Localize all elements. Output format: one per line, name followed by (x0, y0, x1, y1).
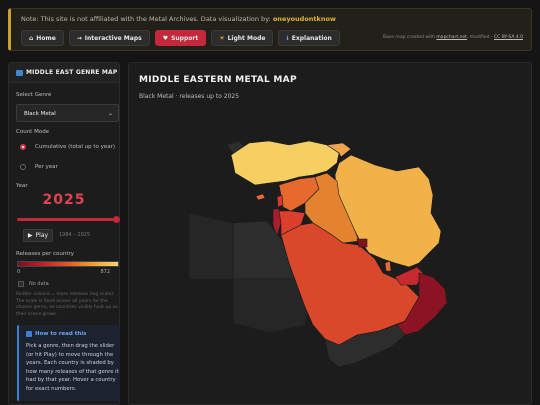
banner-note-text: Note: This site is not affiliated with t… (21, 15, 273, 23)
genre-select-value: Black Metal (24, 111, 56, 117)
legend-color-scale (17, 261, 119, 267)
top-nav: ⌂ Home → Interactive Maps ♥ Support ☀ Light … (21, 30, 340, 46)
heart-icon: ♥ (162, 34, 169, 42)
sidebar-header[interactable]: MIDDLE EAST GENRE MAP ▾ (9, 63, 119, 83)
map-panel: MIDDLE EASTERN METAL MAP Black Metal · r… (128, 62, 532, 405)
radio-per-year-label[interactable]: Per year (35, 164, 58, 170)
home-button-label: Home (36, 34, 56, 42)
legend-min: 0 (17, 269, 21, 275)
country-lebanon[interactable] (276, 194, 284, 208)
country-cyprus[interactable] (255, 193, 266, 201)
no-data-swatch (18, 281, 24, 287)
map-credit: Base map created with mapchart.net, modi… (383, 35, 523, 40)
sun-icon: ☀ (219, 34, 225, 42)
how-to-text: Pick a genre, then drag the slider (or h… (26, 343, 119, 392)
page: Note: This site is not affiliated with t… (0, 0, 540, 405)
support-button[interactable]: ♥ Support (154, 30, 207, 46)
year-slider-track[interactable] (17, 218, 117, 221)
year-display: 2025 (42, 192, 86, 208)
interactive-maps-label: Interactive Maps (84, 34, 142, 42)
chevron-down-icon: ⌄ (107, 110, 113, 117)
explanation-label: Explanation (291, 34, 332, 42)
genre-label: Select Genre (16, 92, 52, 98)
credit-link[interactable]: mapchart.net (436, 35, 467, 40)
year-label: Year (16, 183, 28, 189)
sidebar-title-text: MIDDLE EAST GENRE MAP (26, 69, 118, 76)
middle-east-map[interactable] (129, 63, 533, 405)
country-qatar[interactable] (384, 260, 392, 272)
country-libya[interactable] (188, 212, 234, 280)
play-icon: ▶ (27, 232, 33, 239)
radio-per-year[interactable] (20, 164, 26, 170)
year-slider-thumb[interactable] (113, 216, 120, 223)
how-to-title: How to read this (26, 331, 86, 337)
legend-max: 872 (100, 269, 110, 275)
play-button[interactable]: ▶ Play (23, 229, 53, 242)
genre-select[interactable]: Black Metal ⌄ (16, 104, 119, 122)
arrow-icon: → (76, 34, 82, 42)
sidebar-title: MIDDLE EAST GENRE MAP (16, 69, 117, 76)
explanation-button[interactable]: ℹ Explanation (278, 30, 340, 46)
radio-cumulative-label[interactable]: Cumulative (total up to year) (35, 144, 115, 150)
how-to-title-text: How to read this (35, 331, 87, 337)
info-icon: ℹ (286, 34, 289, 42)
light-mode-button[interactable]: ☀ Light Mode (211, 30, 274, 46)
interactive-maps-button[interactable]: → Interactive Maps (68, 30, 150, 46)
country-kuwait[interactable] (356, 238, 368, 248)
support-label: Support (171, 34, 199, 42)
radio-cumulative[interactable] (20, 144, 26, 150)
scale-note: Redder colours = more releases (log scal… (16, 292, 118, 317)
collapse-icon[interactable]: ▾ (109, 69, 112, 76)
year-range: 1984 – 2025 (59, 232, 91, 238)
home-button[interactable]: ⌂ Home (21, 30, 64, 46)
credit-text: Base map created with (383, 35, 437, 40)
count-mode-label: Count Mode (16, 129, 50, 135)
legend-label: Releases per country (16, 251, 75, 257)
how-to-box: How to read this Pick a genre, then drag… (17, 325, 120, 401)
credit-mid: , modified - (466, 35, 494, 40)
info-icon (26, 331, 32, 337)
map-icon (16, 69, 23, 76)
banner-note: Note: This site is not affiliated with t… (21, 15, 336, 23)
home-icon: ⌂ (29, 34, 34, 42)
no-data-label: No data (29, 281, 49, 287)
sidebar: MIDDLE EAST GENRE MAP ▾ Select Genre Bla… (8, 62, 120, 405)
play-label: Play (35, 232, 49, 239)
light-mode-label: Light Mode (227, 34, 266, 42)
author-name[interactable]: oneyoudontknow (273, 15, 336, 23)
disclaimer-banner: Note: This site is not affiliated with t… (8, 8, 532, 51)
license-link[interactable]: CC BY-SA 4.0 (494, 35, 523, 40)
